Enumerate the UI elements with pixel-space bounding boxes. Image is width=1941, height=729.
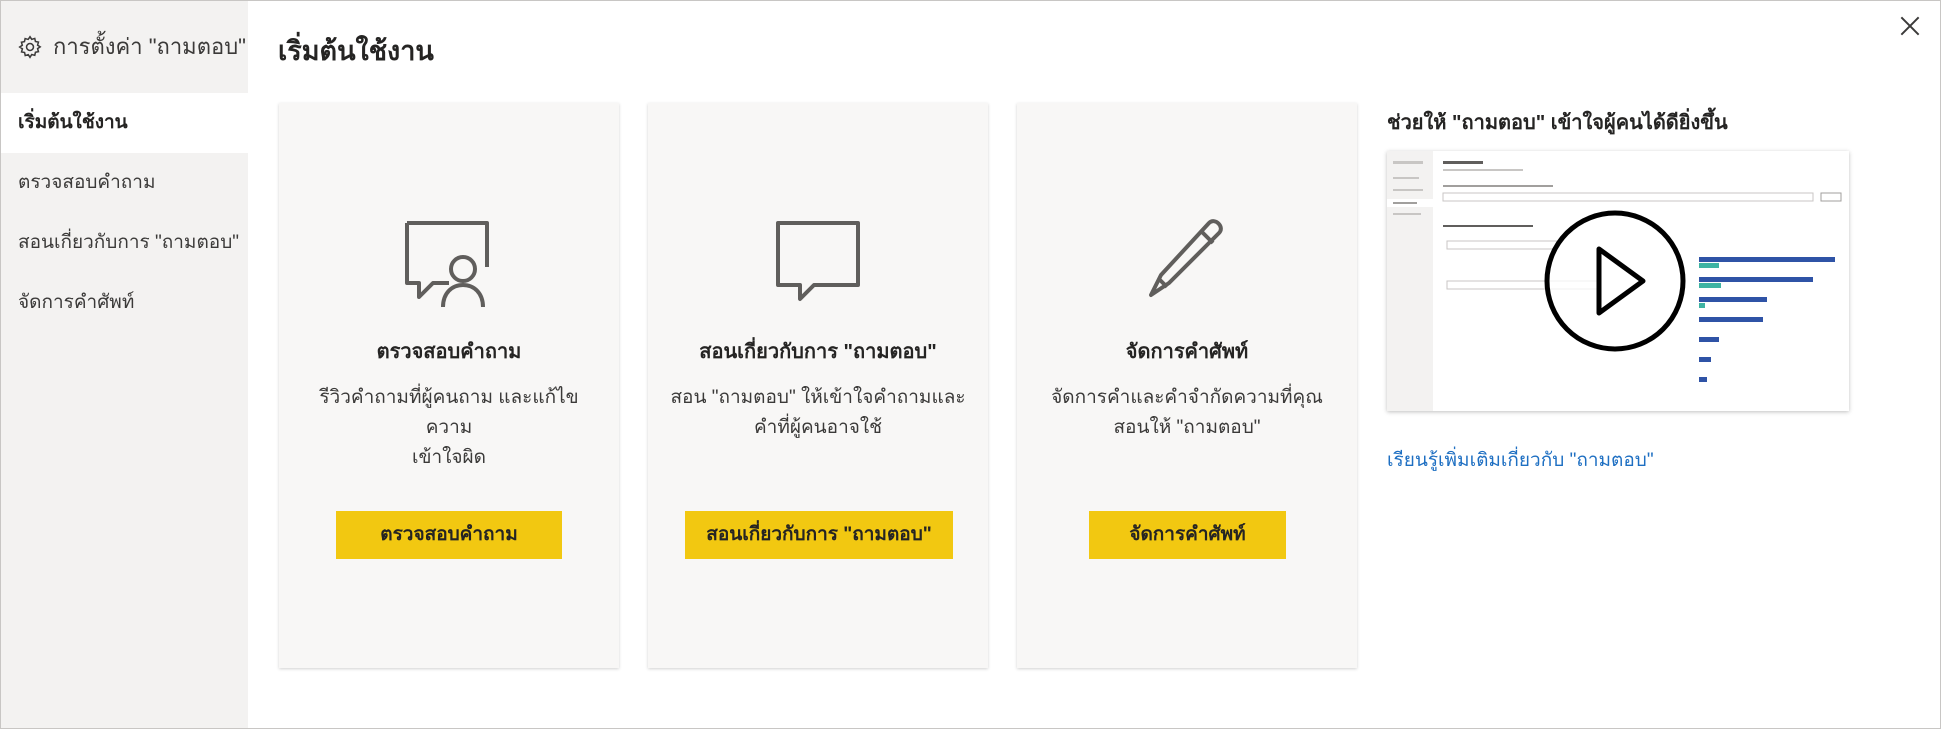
close-icon[interactable]	[1897, 13, 1923, 39]
pencil-icon	[1149, 219, 1223, 297]
learn-more-link[interactable]: เรียนรู้เพิ่มเติมเกี่ยวกับ "ถามตอบ"	[1387, 445, 1654, 475]
card-title: จัดการคำศัพท์	[1125, 341, 1249, 363]
card-description-line: จัดการคำและคำจำกัดความที่คุณ	[1051, 387, 1323, 408]
card-description: จัดการคำและคำจำกัดความที่คุณ สอนให้ "ถาม…	[1037, 383, 1337, 443]
card-description-line: สอนให้ "ถามตอบ"	[1113, 417, 1261, 438]
card-description-line: สอน "ถามตอบ" ให้เข้าใจคำถามและ	[670, 387, 966, 408]
sidebar-item-manage-terms[interactable]: จัดการคำศัพท์	[1, 273, 248, 333]
page-title: เริ่มต้นใช้งาน	[278, 36, 434, 66]
teach-qa-button[interactable]: สอนเกี่ยวกับการ "ถามตอบ"	[685, 511, 953, 559]
sidebar: การตั้งค่า "ถามตอบ" เริ่มต้นใช้งาน ตรวจส…	[1, 1, 248, 728]
card-review-questions: ตรวจสอบคำถาม รีวิวคำถามที่ผู้คนถาม และแก…	[279, 103, 619, 668]
sidebar-item-get-started[interactable]: เริ่มต้นใช้งาน	[1, 93, 248, 153]
sidebar-title: การตั้งค่า "ถามตอบ"	[53, 34, 246, 59]
card-description: รีวิวคำถามที่ผู้คนถาม และแก้ไขความ เข้าใ…	[299, 383, 599, 473]
card-teach-qa: สอนเกี่ยวกับการ "ถามตอบ" สอน "ถามตอบ" ให…	[648, 103, 988, 668]
help-title: ช่วยให้ "ถามตอบ" เข้าใจผู้คนได้ดียิ่งขึ้…	[1387, 112, 1728, 134]
card-description-line: รีวิวคำถามที่ผู้คนถาม และแก้ไขความ	[319, 387, 579, 438]
video-thumbnail[interactable]	[1387, 151, 1849, 411]
manage-terms-button[interactable]: จัดการคำศัพท์	[1089, 511, 1286, 559]
card-description: สอน "ถามตอบ" ให้เข้าใจคำถามและ คำที่ผู้ค…	[668, 383, 968, 443]
sidebar-item-review-questions[interactable]: ตรวจสอบคำถาม	[1, 153, 248, 213]
speech-bubble-icon	[776, 221, 860, 301]
review-questions-icon	[405, 221, 489, 308]
sidebar-nav: เริ่มต้นใช้งาน ตรวจสอบคำถาม สอนเกี่ยวกับ…	[1, 93, 248, 333]
card-title: สอนเกี่ยวกับการ "ถามตอบ"	[699, 341, 937, 363]
qa-setup-dialog: การตั้งค่า "ถามตอบ" เริ่มต้นใช้งาน ตรวจส…	[0, 0, 1941, 729]
card-description-line: เข้าใจผิด	[411, 447, 487, 468]
review-questions-button[interactable]: ตรวจสอบคำถาม	[336, 511, 562, 559]
gear-icon	[18, 34, 42, 59]
card-manage-terms: จัดการคำศัพท์ จัดการคำและคำจำกัดความที่ค…	[1017, 103, 1357, 668]
video-preview-image	[1387, 151, 1849, 411]
sidebar-header: การตั้งค่า "ถามตอบ"	[17, 29, 246, 64]
sidebar-item-teach-qa[interactable]: สอนเกี่ยวกับการ "ถามตอบ"	[1, 213, 248, 273]
card-description-line: คำที่ผู้คนอาจใช้	[753, 417, 883, 438]
card-title: ตรวจสอบคำถาม	[376, 341, 522, 363]
